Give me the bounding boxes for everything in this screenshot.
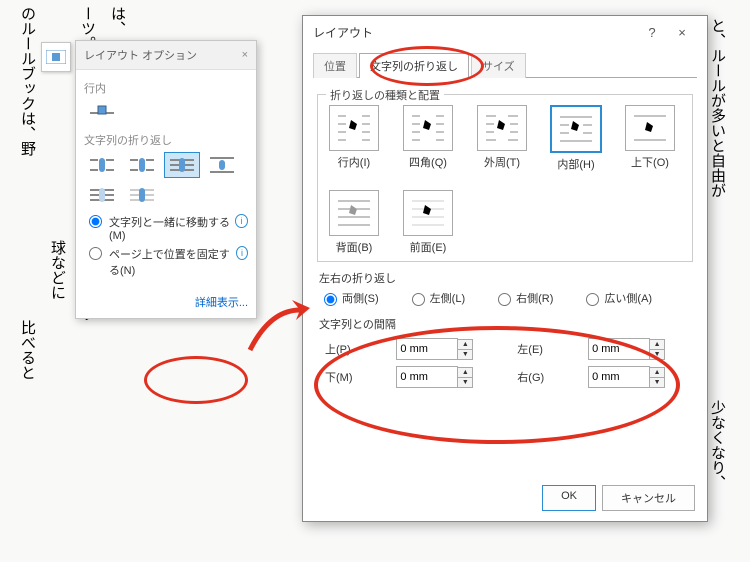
dist-right-input[interactable]: ▲▼ — [588, 366, 685, 388]
close-icon[interactable]: × — [242, 49, 248, 61]
popup-title: レイアウト オプション — [84, 47, 197, 63]
wrap-topbottom[interactable]: 上下(O) — [622, 105, 678, 172]
tab-position[interactable]: 位置 — [313, 53, 357, 78]
side-group-label: 左右の折り返し — [319, 270, 691, 286]
wrap-behind-icon[interactable] — [84, 182, 120, 208]
wrap-inline-icon[interactable] — [84, 100, 120, 126]
wrap-tight[interactable]: 外周(T) — [474, 105, 530, 172]
dist-top-label: 上(P) — [325, 341, 372, 357]
info-icon[interactable]: i — [235, 214, 248, 228]
wrap-tight-icon[interactable] — [124, 152, 160, 178]
side-left-radio[interactable]: 左側(L) — [407, 290, 465, 306]
wrap-inline[interactable]: 行内(I) — [326, 105, 382, 172]
layout-options-trigger[interactable] — [41, 42, 71, 72]
side-wide-radio[interactable]: 広い側(A) — [581, 290, 652, 306]
info-icon[interactable]: i — [236, 246, 248, 260]
dist-bottom-input[interactable]: ▲▼ — [396, 366, 493, 388]
wrap-behind[interactable]: 背面(B) — [326, 190, 382, 255]
wrap-through-icon[interactable] — [164, 152, 200, 178]
wrap-square-icon[interactable] — [84, 152, 120, 178]
wrap-front[interactable]: 前面(E) — [400, 190, 456, 255]
doc-text: のルールブックは、野 — [12, 6, 42, 156]
doc-text: は、 — [102, 6, 132, 36]
wrap-topbottom-icon[interactable] — [204, 152, 240, 178]
section-inline-label: 行内 — [84, 80, 248, 96]
cancel-button[interactable]: キャンセル — [602, 485, 695, 511]
doc-text: 比べると — [12, 320, 42, 380]
ok-button[interactable]: OK — [542, 485, 596, 511]
wrap-type-group: 折り返しの種類と配置 行内(I) 四角(Q) 外周(T) 内部(H) 上下(O)… — [317, 94, 693, 262]
dist-left-label: 左(E) — [517, 341, 564, 357]
help-button[interactable]: ? — [637, 25, 667, 40]
layout-dialog: レイアウト ? × 位置 文字列の折り返し サイズ 折り返しの種類と配置 行内(… — [302, 15, 708, 522]
layout-options-popup: レイアウト オプション × 行内 文字列の折り返し 文字列と一緒に移動する(M)… — [75, 40, 257, 319]
section-wrap-label: 文字列の折り返し — [84, 132, 248, 148]
dist-left-input[interactable]: ▲▼ — [588, 338, 685, 360]
dist-group-label: 文字列との間隔 — [319, 316, 691, 332]
detail-link[interactable]: 詳細表示... — [76, 290, 256, 318]
tab-wrap[interactable]: 文字列の折り返し — [359, 53, 469, 78]
dist-bottom-label: 下(M) — [325, 369, 372, 385]
fix-position-radio[interactable]: ページ上で位置を固定する(N)i — [84, 246, 248, 278]
tab-size[interactable]: サイズ — [471, 53, 526, 78]
move-with-text-radio[interactable]: 文字列と一緒に移動する(M)i — [84, 214, 248, 242]
wrap-front-icon[interactable] — [124, 182, 160, 208]
close-button[interactable]: × — [667, 25, 697, 40]
dist-right-label: 右(G) — [517, 369, 564, 385]
wrap-square[interactable]: 四角(Q) — [400, 105, 456, 172]
dialog-title: レイアウト — [313, 24, 373, 41]
dist-top-input[interactable]: ▲▼ — [396, 338, 493, 360]
doc-text: 球などに — [42, 240, 72, 300]
wrap-through[interactable]: 内部(H) — [548, 105, 604, 172]
side-both-radio[interactable]: 両側(S) — [319, 290, 379, 306]
side-right-radio[interactable]: 右側(R) — [493, 290, 553, 306]
